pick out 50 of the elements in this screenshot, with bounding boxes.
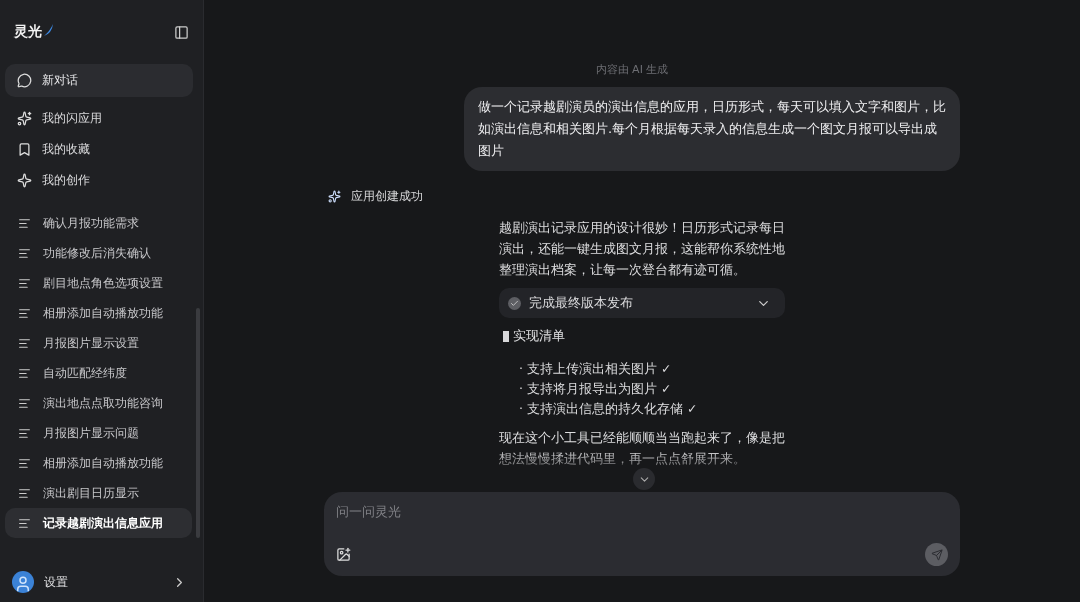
app-logo: 灵光 (14, 23, 42, 41)
list-item: · 支持演出信息的持久化存储 ✓ (519, 400, 699, 418)
history-item[interactable]: 功能修改后消失确认 (5, 238, 192, 268)
lines-icon (18, 336, 31, 350)
scroll-down-button[interactable] (633, 468, 655, 490)
history-item[interactable]: 演出地点点取功能咨询 (5, 388, 192, 418)
lines-icon (18, 276, 31, 290)
lines-icon (18, 456, 31, 470)
lines-icon (18, 426, 31, 440)
history-item[interactable]: 确认月报功能需求 (5, 208, 192, 238)
history-item[interactable]: 自动匹配经纬度 (5, 358, 192, 388)
history-item[interactable]: 相册添加自动播放功能 (5, 298, 192, 328)
history-item[interactable]: 月报图片显示设置 (5, 328, 192, 358)
step-card[interactable]: 完成最终版本发布 (499, 288, 785, 318)
lines-icon (18, 216, 31, 230)
history-item[interactable]: 相册添加自动播放功能 (5, 448, 192, 478)
list-item: · 支持将月报导出为图片 ✓ (519, 380, 673, 398)
bar-icon (503, 331, 509, 342)
sidebar-toggle-icon[interactable] (174, 24, 189, 40)
lines-icon (18, 396, 31, 410)
lines-icon (18, 516, 31, 530)
nav-item[interactable]: 我的闪应用 (0, 103, 203, 134)
bookmark-icon (17, 142, 32, 157)
list-item: · 支持上传演出相关图片 ✓ (519, 360, 673, 378)
status-text: 应用创建成功 (351, 188, 423, 205)
lines-icon (18, 246, 31, 260)
lines-icon (18, 366, 31, 380)
image-add-icon[interactable] (336, 547, 351, 562)
section-title: 实现清单 (513, 328, 565, 345)
history-item[interactable]: 月报图片显示问题 (5, 418, 192, 448)
chat-bubble-icon (17, 73, 32, 88)
history-item[interactable]: 记录越剧演出信息应用 (5, 508, 192, 538)
history-item[interactable]: 演出剧目日历显示 (5, 478, 192, 508)
lines-icon (18, 306, 31, 320)
avatar-icon (12, 571, 34, 593)
nav-item[interactable]: 我的创作 (0, 165, 203, 196)
reply-outro: 现在这个小工具已经能顺顺当当跑起来了，像是把想法慢慢揉进代码里，再一点点舒展开来。 (499, 429, 785, 468)
lines-icon (18, 486, 31, 500)
new-chat-button[interactable]: 新对话 (5, 64, 193, 97)
sparkle-icon (17, 111, 32, 126)
ai-notice: 内容由 AI 生成 (595, 62, 669, 77)
history-item[interactable]: 剧目地点角色选项设置 (5, 268, 192, 298)
settings-item[interactable]: 设置 (0, 567, 203, 602)
user-message: 做一个记录越剧演员的演出信息的应用，日历形式，每天可以填入文字和图片，比如演出信息和相关图片.每个月根据每天录入的信息生成一个图文月报可以导出成图片 (464, 87, 960, 171)
nav-item[interactable]: 我的收藏 (0, 134, 203, 165)
check-circle-icon (508, 296, 521, 310)
sparkle-icon (328, 190, 341, 203)
sparkle-icon (17, 173, 32, 188)
send-icon (930, 548, 943, 561)
reply-intro: 越剧演出记录应用的设计很妙！日历形式记录每日演出，还能一键生成图文月报，这能帮你系统性地整理演出档案，让每一次登台都有迹可循。 (499, 219, 785, 279)
